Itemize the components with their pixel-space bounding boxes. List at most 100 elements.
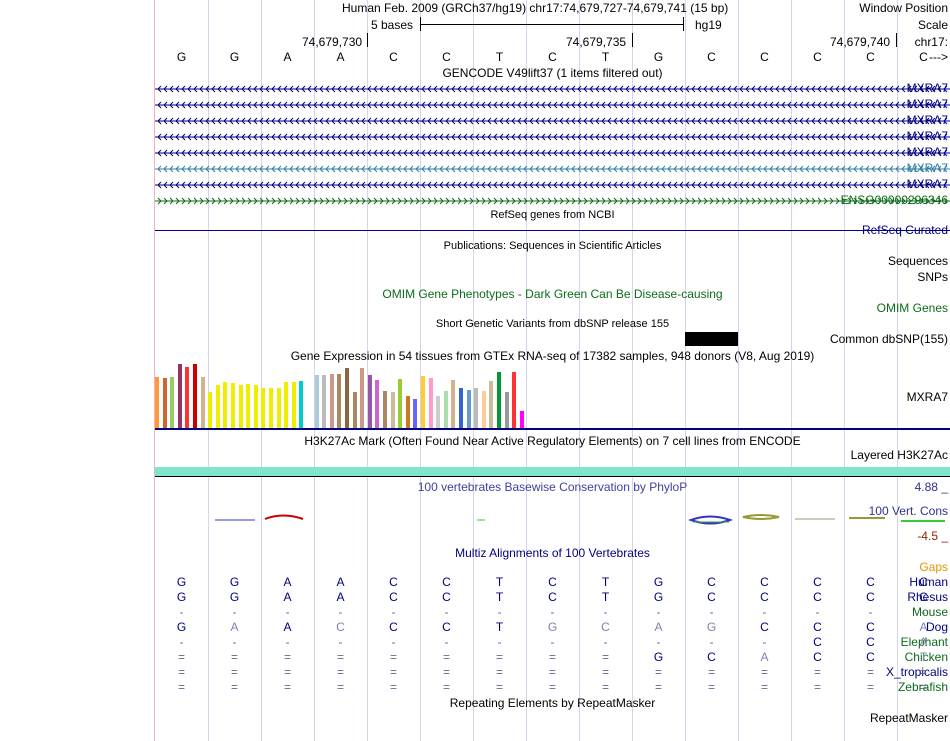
gtex-tissue-bar[interactable] — [474, 388, 479, 428]
alignment-base: = — [601, 680, 609, 694]
multiz-track-title[interactable]: Multiz Alignments of 100 Vertebrates — [155, 546, 950, 560]
dbsnp-variant-block[interactable] — [685, 332, 738, 346]
h3k27ac-track-title[interactable]: H3K27Ac Mark (Often Found Near Active Re… — [155, 434, 950, 448]
alignment-base: - — [179, 635, 184, 649]
alignment-base: = — [601, 665, 609, 679]
repeatmasker-label[interactable]: RepeatMasker — [870, 711, 948, 725]
refseq-track-title[interactable]: RefSeq genes from NCBI — [155, 209, 950, 221]
gtex-tissue-bar[interactable] — [314, 375, 319, 428]
gtex-tissue-bar[interactable] — [322, 375, 327, 428]
gtex-tissue-bar[interactable] — [284, 382, 289, 428]
alignment-base: G — [176, 590, 187, 604]
alignment-base: A — [283, 575, 292, 589]
gtex-tissue-bar[interactable] — [337, 374, 342, 428]
alignment-base: - — [603, 635, 608, 649]
alignment-base: A — [919, 635, 928, 649]
gtex-tissue-bar[interactable] — [398, 379, 403, 428]
gtex-tissue-bar[interactable] — [459, 388, 463, 428]
gtex-tissue-bar[interactable] — [512, 372, 517, 428]
gtex-tissue-bar[interactable] — [443, 391, 448, 428]
sequences-label[interactable]: Sequences — [888, 254, 948, 268]
gtex-tissue-bar[interactable] — [208, 392, 213, 428]
gtex-tissue-bar[interactable] — [170, 377, 175, 428]
assembly-position-text[interactable]: Human Feb. 2009 (GRCh37/hg19) chr17:74,6… — [342, 1, 728, 15]
gtex-tissue-bar[interactable] — [489, 381, 494, 428]
gtex-tissue-bar[interactable] — [291, 382, 296, 428]
gtex-label[interactable]: MXRA7 — [907, 390, 948, 404]
phylop-track-title[interactable]: 100 vertebrates Basewise Conservation by… — [155, 480, 950, 494]
omim-track-title[interactable]: OMIM Gene Phenotypes - Dark Green Can Be… — [155, 287, 950, 301]
gtex-tissue-bar[interactable] — [215, 385, 220, 428]
dbsnp-label[interactable]: Common dbSNP(155) — [830, 332, 948, 346]
gtex-tissue-bar[interactable] — [481, 391, 486, 428]
gtex-tissue-bar[interactable] — [367, 375, 372, 428]
gtex-tissue-bar[interactable] — [405, 396, 410, 428]
alignment-base: - — [444, 635, 449, 649]
gtex-tissue-bar[interactable] — [345, 368, 349, 428]
gtex-tissue-bar[interactable] — [329, 374, 334, 428]
gtex-bar-chart[interactable] — [155, 363, 535, 428]
gtex-tissue-bar[interactable] — [497, 372, 501, 428]
repeatmasker-track-title[interactable]: Repeating Elements by RepeatMasker — [155, 696, 950, 710]
gtex-tissue-bar[interactable] — [155, 377, 159, 428]
gtex-tissue-bar[interactable] — [269, 388, 273, 428]
gtex-tissue-bar[interactable] — [375, 380, 380, 428]
refseq-gene-line[interactable] — [155, 230, 950, 231]
gtex-tissue-bar[interactable] — [246, 384, 251, 428]
gtex-tissue-bar[interactable] — [360, 368, 365, 428]
omim-label[interactable]: OMIM Genes — [877, 301, 948, 315]
publications-track-title[interactable]: Publications: Sequences in Scientific Ar… — [155, 240, 950, 252]
gtex-tissue-bar[interactable] — [261, 388, 266, 428]
gencode-gene-feature[interactable] — [155, 130, 950, 144]
gtex-tissue-bar[interactable] — [436, 396, 441, 428]
gtex-tissue-bar[interactable] — [428, 378, 433, 428]
h3k27ac-signal[interactable] — [155, 467, 950, 476]
gtex-tissue-bar[interactable] — [299, 381, 304, 428]
alignment-base: A — [654, 620, 663, 634]
gencode-track-title[interactable]: GENCODE V49lift37 (1 items filtered out) — [155, 66, 950, 80]
gtex-tissue-bar[interactable] — [238, 385, 243, 428]
gencode-gene-feature[interactable] — [155, 82, 950, 96]
gencode-gene-feature[interactable] — [155, 178, 950, 192]
gtex-tissue-bar[interactable] — [193, 364, 197, 428]
gtex-tissue-bar[interactable] — [421, 376, 425, 428]
gtex-tissue-bar[interactable] — [352, 392, 357, 428]
alignment-base: G — [229, 575, 240, 589]
gencode-gene-feature[interactable] — [155, 162, 950, 176]
h3k27ac-label[interactable]: Layered H3K27Ac — [851, 448, 948, 462]
alignment-base: - — [656, 635, 661, 649]
alignment-base: = — [177, 650, 185, 664]
gencode-gene-feature[interactable] — [155, 98, 950, 112]
gtex-tissue-bar[interactable] — [223, 382, 228, 428]
phylop-signal[interactable] — [155, 495, 950, 545]
gtex-tissue-bar[interactable] — [504, 392, 509, 428]
gtex-tissue-bar[interactable] — [253, 385, 258, 428]
gtex-tissue-bar[interactable] — [466, 390, 471, 428]
gtex-tissue-bar[interactable] — [383, 391, 387, 428]
alignment-base: - — [179, 605, 184, 619]
alignment-base: - — [709, 605, 714, 619]
gtex-tissue-bar[interactable] — [276, 388, 281, 428]
gtex-tissue-bar[interactable] — [185, 367, 190, 428]
snps-label[interactable]: SNPs — [917, 270, 948, 284]
alignment-base: C — [707, 575, 716, 589]
gaps-label[interactable]: Gaps — [919, 560, 948, 574]
alignment-base: C — [760, 575, 769, 589]
alignment-base: - — [762, 635, 767, 649]
dbsnp-track-title[interactable]: Short Genetic Variants from dbSNP releas… — [155, 318, 950, 330]
gtex-tissue-bar[interactable] — [390, 392, 395, 428]
reference-base: C — [442, 50, 451, 64]
alignment-base: T — [495, 590, 504, 604]
gtex-tissue-bar[interactable] — [413, 399, 418, 428]
gtex-tissue-bar[interactable] — [519, 411, 524, 428]
gtex-tissue-bar[interactable] — [231, 383, 235, 428]
gencode-gene-feature[interactable] — [155, 146, 950, 160]
gencode-gene-feature[interactable] — [155, 194, 950, 208]
gtex-tissue-bar[interactable] — [162, 378, 167, 428]
gtex-tissue-bar[interactable] — [177, 364, 182, 428]
alignment-base: - — [285, 605, 290, 619]
gencode-gene-feature[interactable] — [155, 114, 950, 128]
gtex-tissue-bar[interactable] — [200, 377, 205, 428]
gtex-track-title[interactable]: Gene Expression in 54 tissues from GTEx … — [155, 349, 950, 363]
gtex-tissue-bar[interactable] — [451, 380, 456, 428]
